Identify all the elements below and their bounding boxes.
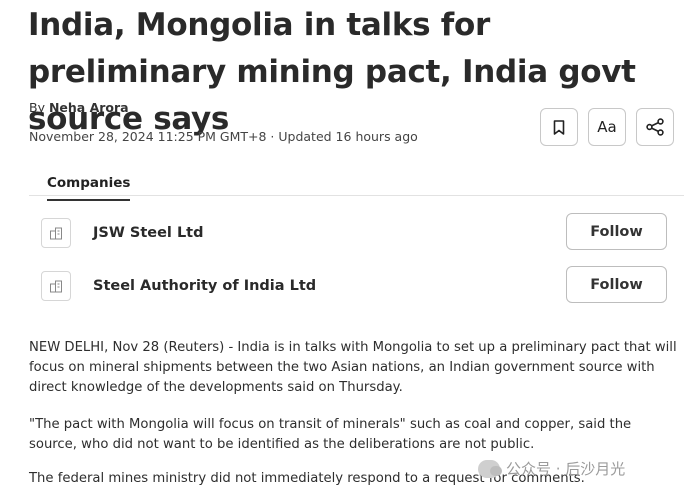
tab-companies[interactable]: Companies: [47, 175, 131, 201]
text-size-label: Aa: [597, 118, 617, 136]
article-dateline: November 28, 2024 11:25 PM GMT+8 · Updat…: [29, 129, 418, 144]
bookmark-icon: [553, 119, 565, 135]
companies-panel: Companies JSW Steel Ltd Follow Steel Aut…: [29, 160, 684, 310]
wechat-watermark: 公众号 · 后沙月光: [478, 458, 625, 479]
article-paragraph: NEW DELHI, Nov 28 (Reuters) - India is i…: [29, 340, 677, 395]
byline: By Neha Arora: [29, 100, 129, 115]
company-row-jsw-steel: JSW Steel Ltd Follow: [41, 213, 667, 253]
text-size-button[interactable]: Aa: [588, 108, 626, 146]
article-page: India, Mongolia in talks for preliminary…: [0, 0, 690, 501]
article-paragraph: "The pact with Mongolia will focus on tr…: [29, 417, 632, 452]
companies-tab-row: Companies: [29, 160, 684, 201]
company-name-link[interactable]: Steel Authority of India Ltd: [93, 278, 316, 294]
watermark-text: 公众号 · 后沙月光: [506, 460, 626, 478]
share-button[interactable]: [636, 108, 674, 146]
article-actions: Aa: [540, 108, 674, 146]
company-name-link[interactable]: JSW Steel Ltd: [93, 225, 204, 241]
wechat-icon: [478, 459, 502, 478]
author-link[interactable]: Neha Arora: [49, 100, 129, 115]
share-icon: [646, 118, 664, 136]
follow-button-jsw-steel[interactable]: Follow: [566, 213, 667, 250]
follow-button-sail[interactable]: Follow: [566, 266, 667, 303]
building-icon: [41, 271, 71, 301]
building-icon: [41, 218, 71, 248]
company-row-sail: Steel Authority of India Ltd Follow: [41, 266, 667, 306]
bookmark-button[interactable]: [540, 108, 578, 146]
byline-prefix: By: [29, 100, 45, 115]
